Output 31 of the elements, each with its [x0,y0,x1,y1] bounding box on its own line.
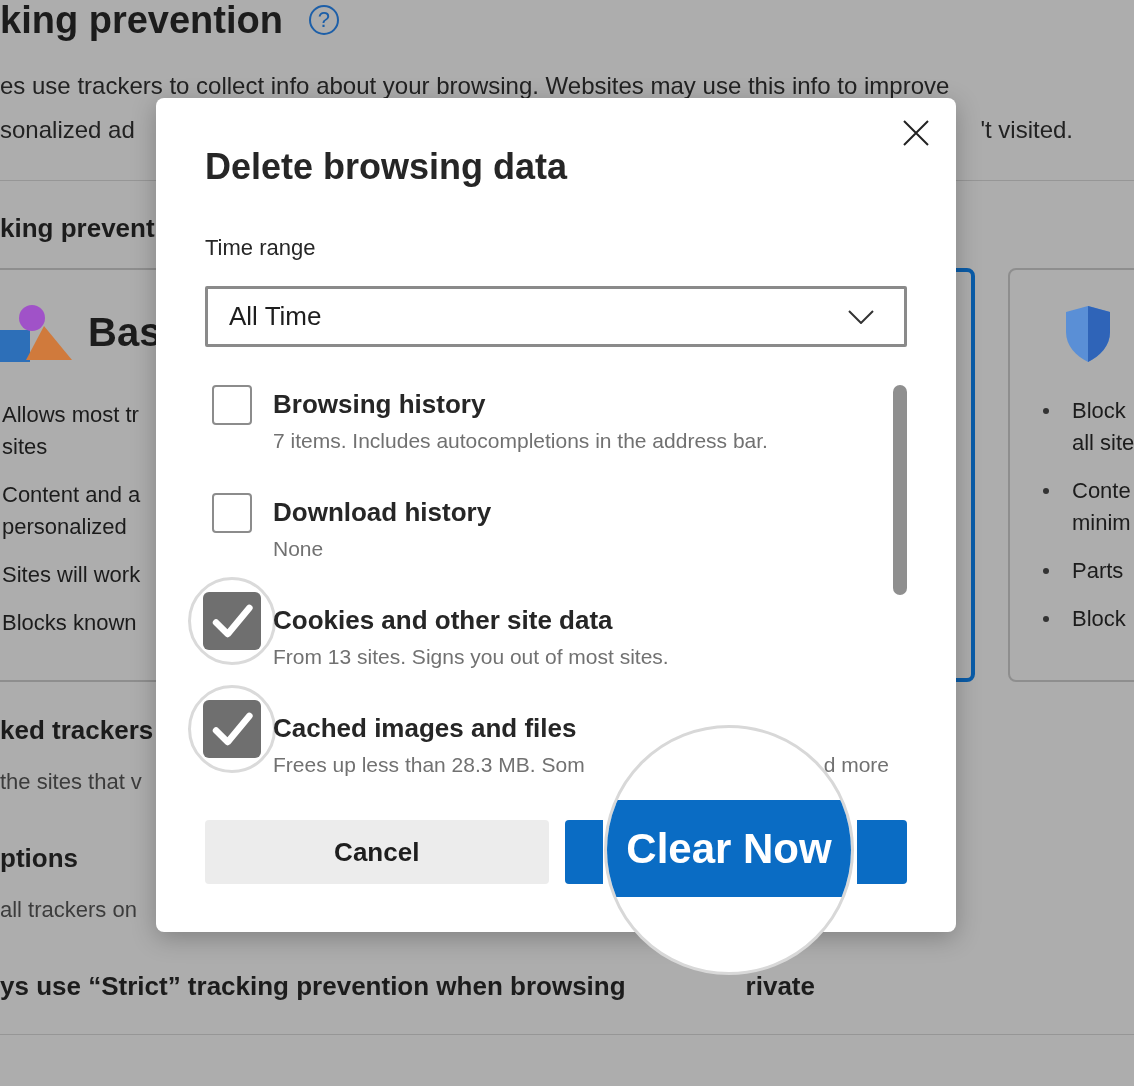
bullet-text: Sites will work [2,561,141,589]
setting-heading: ys use “Strict” tracking prevention when browsing [0,970,626,1003]
setting-heading: ptions [0,842,78,875]
option-description: Frees up less than 28.3 MB. Som [273,752,585,778]
option-description: None [273,536,324,562]
option-title: Cookies and other site data [273,604,614,636]
option-title: Cached images and files [273,712,578,744]
field-label: Time range [205,234,317,262]
option-title: Download history [273,496,493,528]
dialog-title: Delete browsing data [205,145,569,189]
option-description: 7 items. Includes autocompletions in the address bar. [273,428,768,454]
bullet-text: Block [1072,605,1126,633]
setting-text: all trackers on [0,896,137,924]
bullet-text: Conte minim [1072,477,1131,537]
intro-text: sonalized ad [0,118,135,142]
card-title: Bas [88,309,162,355]
option-title: Browsing history [273,388,487,420]
bullet-text: Blocks known [2,609,137,637]
page-heading: king prevention [0,0,283,42]
section-heading: king prevent [0,212,156,245]
setting-heading: rivate [745,970,815,1003]
intro-text: es use trackers to collect info about your browsing. Websites may use this info to improve [0,74,950,98]
setting-text: the sites that v [0,768,142,796]
bullet-text: Parts [1072,557,1124,585]
bullet-text: Content and a personalized [2,481,141,541]
bullet-text: Block all site [1072,397,1134,457]
bullet-text: Allows most tr sites [2,401,139,461]
option-description: d more [823,752,889,778]
setting-heading: ked trackers [0,714,154,747]
intro-text: 't visited. [980,118,1074,142]
option-description: From 13 sites. Signs you out of most sites. [273,644,669,670]
